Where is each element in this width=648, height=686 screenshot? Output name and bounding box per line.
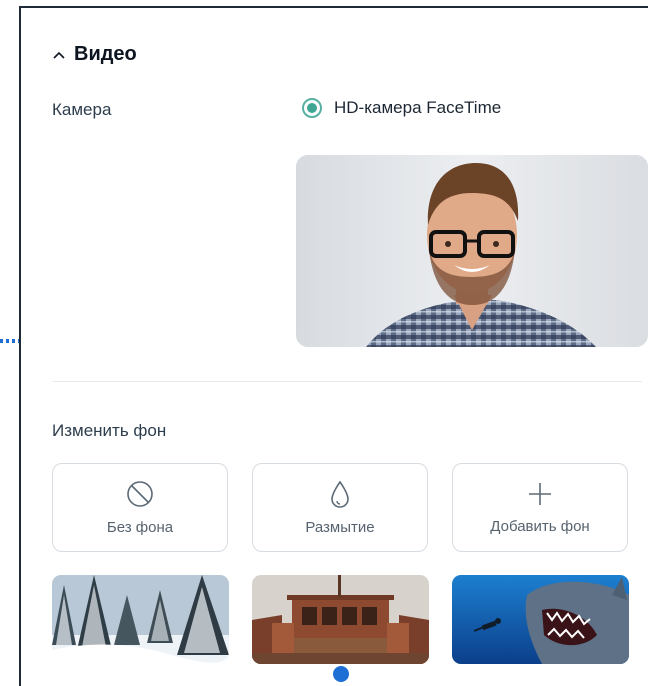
section-header[interactable]: Видео [52,43,137,66]
blur-button[interactable]: Размытие [252,463,428,552]
no-background-label: Без фона [106,519,174,536]
background-preset-ship-deck[interactable] [252,575,429,664]
section-divider [52,381,642,382]
plus-icon [526,480,554,508]
camera-label: Камера [52,100,112,119]
radio-selected-icon[interactable] [302,98,322,118]
blur-label: Размытие [305,519,375,536]
connector-dots [0,339,19,343]
blur-drop-icon [328,479,352,509]
resize-handle[interactable] [333,666,349,682]
camera-radio-option[interactable]: HD-камера FaceTime [302,98,501,118]
no-background-icon [125,479,155,509]
camera-option-label: HD-камера FaceTime [334,98,502,117]
camera-preview [296,155,648,347]
add-background-label: Добавить фон [490,518,590,535]
change-background-label: Изменить фон [52,421,167,440]
section-title: Видео [74,43,137,65]
add-background-button[interactable]: Добавить фон [452,463,628,552]
background-preset-shark-underwater[interactable] [452,575,629,664]
background-preset-snowy-forest[interactable] [52,575,229,664]
chevron-up-icon [52,50,66,60]
no-background-button[interactable]: Без фона [52,463,228,552]
